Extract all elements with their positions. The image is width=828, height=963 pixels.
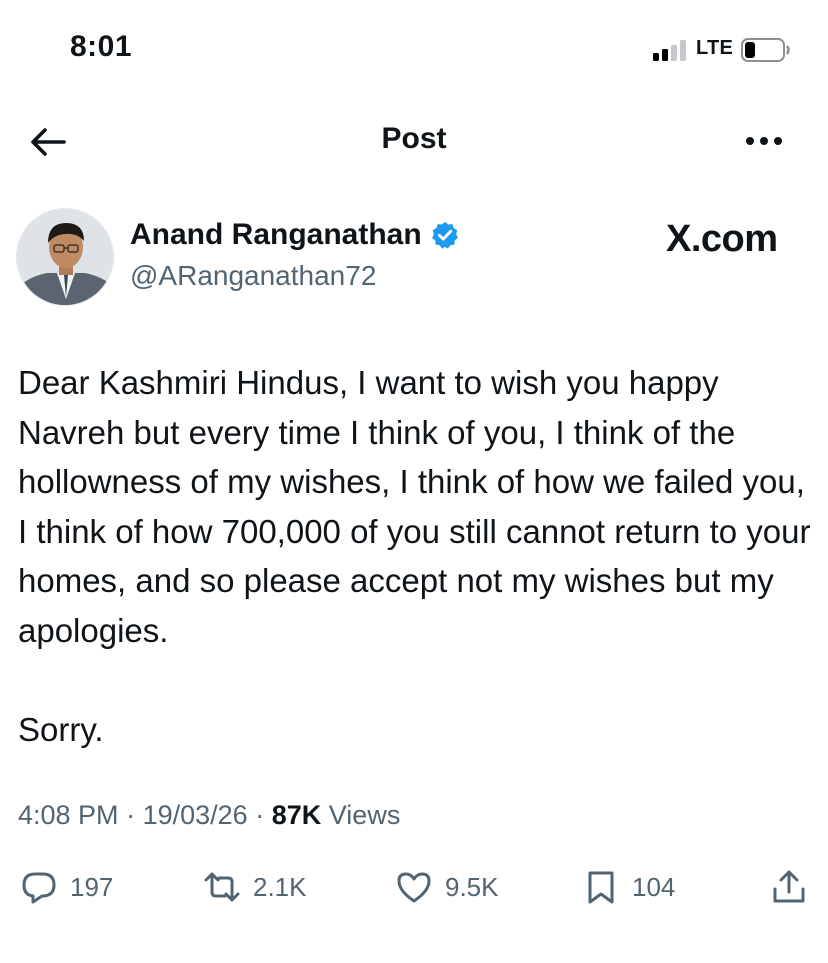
signal-strength-icon [653,39,689,61]
share-icon [773,870,805,903]
reply-count: 197 [70,871,114,902]
verified-badge-icon [431,221,458,249]
status-time: 8:01 [70,30,133,63]
post-time: 4:08 PM [18,800,119,830]
avatar-photo [17,209,113,305]
meta-separator: · [255,800,265,830]
author-handle[interactable]: @ARanganathan72 [130,260,376,292]
views-count[interactable]: 87K [272,800,322,830]
share-button[interactable] [770,868,808,906]
bookmark-icon [588,871,614,904]
page-title: Post [381,122,447,155]
post-meta: 4:08 PM · 19/03/26 · 87K Views [18,800,400,831]
meta-separator: · [126,800,136,830]
heart-icon [397,872,431,903]
battery-icon [741,38,790,62]
bookmark-count: 104 [632,871,676,902]
like-button[interactable]: 9.5K [395,868,499,906]
reply-button[interactable]: 197 [20,868,113,906]
post-text: Dear Kashmiri Hindus, I want to wish you… [18,364,811,748]
post-date: 19/03/26 [142,800,248,830]
avatar[interactable] [16,208,114,306]
status-bar: 8:01 LTE [0,0,828,100]
repost-count: 2.1K [253,871,307,902]
network-type: LTE [696,37,734,59]
x-com-watermark: X.com [666,218,778,260]
nav-bar: Post [0,100,828,184]
more-horizontal-icon[interactable] [743,126,785,156]
repost-button[interactable]: 2.1K [203,868,307,906]
views-label: Views [328,800,401,830]
reply-icon [22,872,56,904]
action-bar: 197 2.1K 9.5K 104 [0,860,828,920]
author-name-row: Anand Ranganathan [130,218,460,252]
author-name[interactable]: Anand Ranganathan [130,218,422,252]
post-header: Anand Ranganathan @ARanganathan72 X.com [0,200,828,310]
like-count: 9.5K [445,871,499,902]
repost-icon [204,872,240,902]
bookmark-button[interactable]: 104 [582,868,675,906]
